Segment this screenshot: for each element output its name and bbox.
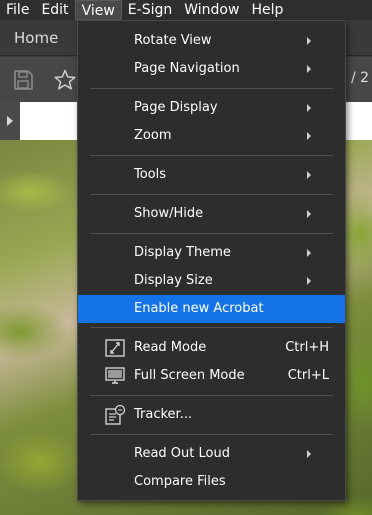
submenu-arrow-icon (307, 65, 311, 73)
bookmark-star-icon[interactable] (54, 69, 76, 91)
menu-item-read-mode[interactable]: Read Mode Ctrl+H (78, 334, 345, 362)
menu-item-display-size[interactable]: Display Size (78, 267, 345, 295)
menu-item-page-display[interactable]: Page Display (78, 94, 345, 122)
menu-view[interactable]: View (74, 0, 122, 20)
chevron-right-icon (7, 116, 13, 126)
menu-file[interactable]: File (0, 0, 35, 20)
menu-separator (90, 155, 333, 156)
menu-separator (90, 434, 333, 435)
submenu-arrow-icon (307, 37, 311, 45)
submenu-arrow-icon (307, 277, 311, 285)
tab-home[interactable]: Home (14, 29, 58, 47)
menu-separator (90, 194, 333, 195)
full-screen-icon (105, 367, 125, 384)
menu-edit[interactable]: Edit (35, 0, 74, 20)
menu-item-display-theme[interactable]: Display Theme (78, 239, 345, 267)
submenu-arrow-icon (307, 450, 311, 458)
menu-item-zoom[interactable]: Zoom (78, 122, 345, 150)
menu-separator (90, 88, 333, 89)
submenu-arrow-icon (307, 132, 311, 140)
view-menu: Rotate View Page Navigation Page Display… (77, 20, 346, 501)
read-mode-icon (105, 339, 125, 357)
menu-item-full-screen-mode[interactable]: Full Screen Mode Ctrl+L (78, 362, 345, 390)
menu-item-read-out-loud[interactable]: Read Out Loud (78, 440, 345, 468)
menu-item-page-navigation[interactable]: Page Navigation (78, 55, 345, 83)
menu-e-sign[interactable]: E-Sign (122, 0, 178, 20)
shortcut-label: Ctrl+H (285, 340, 329, 355)
menu-item-show-hide[interactable]: Show/Hide (78, 200, 345, 228)
menu-bar: File Edit View E-Sign Window Help (0, 0, 372, 20)
menu-separator (90, 327, 333, 328)
menu-item-tools[interactable]: Tools (78, 161, 345, 189)
side-panel-toggle[interactable] (0, 102, 20, 140)
submenu-arrow-icon (307, 210, 311, 218)
save-icon[interactable] (12, 69, 34, 91)
menu-item-rotate-view[interactable]: Rotate View (78, 27, 345, 55)
tracker-icon (105, 405, 126, 425)
page-count: / 2 (351, 70, 370, 86)
menu-window[interactable]: Window (178, 0, 245, 20)
submenu-arrow-icon (307, 171, 311, 179)
submenu-arrow-icon (307, 249, 311, 257)
menu-item-compare-files[interactable]: Compare Files (78, 468, 345, 496)
menu-separator (90, 233, 333, 234)
menu-item-enable-new-acrobat[interactable]: Enable new Acrobat (78, 295, 345, 323)
submenu-arrow-icon (307, 104, 311, 112)
menu-help[interactable]: Help (245, 0, 289, 20)
menu-separator (90, 395, 333, 396)
menu-item-tracker[interactable]: Tracker... (78, 401, 345, 429)
shortcut-label: Ctrl+L (287, 368, 329, 383)
